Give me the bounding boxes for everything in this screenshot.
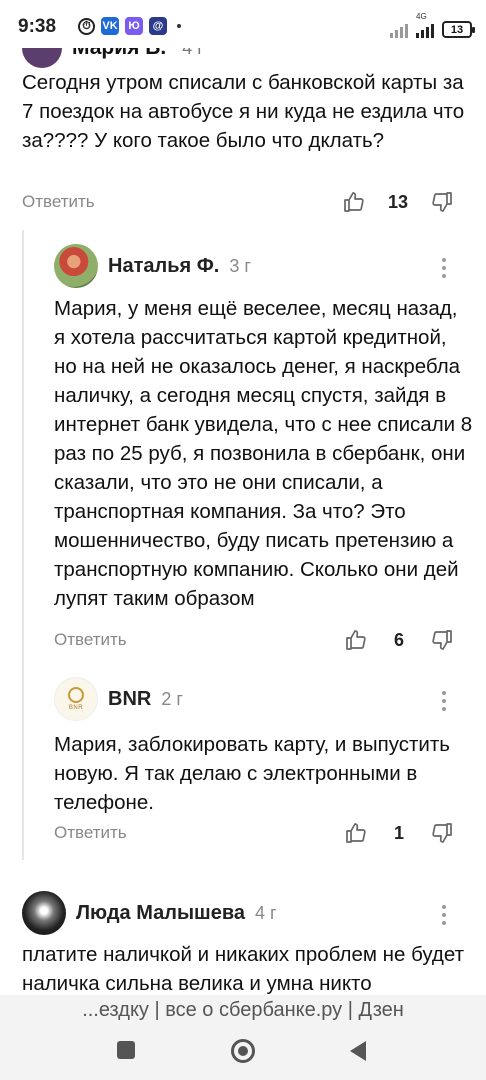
reply-button[interactable]: Ответить (54, 630, 127, 650)
mail-icon: @ (149, 17, 167, 35)
kebab-menu-icon[interactable] (441, 691, 447, 711)
network-indicator: 4G (416, 12, 434, 38)
avatar[interactable] (54, 244, 98, 288)
reply-header: BNR BNR 2 г (54, 677, 183, 721)
like-count: 13 (387, 191, 408, 212)
more-notifications-icon (177, 24, 181, 28)
clock: 9:38 (18, 16, 57, 37)
network-label: 4G (416, 12, 427, 21)
kebab-menu-icon[interactable] (441, 258, 447, 278)
vk-icon: VK (101, 17, 119, 35)
thumb-up-icon[interactable] (342, 190, 366, 214)
status-bar: 9:38 ⏱ VK Ю @ 4G 13 (0, 0, 486, 48)
comment-actions: Ответить 13 (22, 187, 454, 217)
system-nav-bar (0, 1025, 486, 1080)
author-name[interactable]: BNR (108, 688, 151, 711)
reply-header: Наталья Ф. 3 г (54, 244, 251, 288)
yoomoney-icon: Ю (125, 17, 143, 35)
like-count: 6 (393, 629, 404, 650)
reply-button[interactable]: Ответить (22, 192, 95, 212)
comments-feed: Мария Б. 4 г 9:38 ⏱ VK Ю @ 4G 13 (0, 0, 486, 995)
avatar[interactable] (22, 891, 66, 935)
comment-age: 3 г (229, 255, 251, 276)
comment-header: Люда Малышева 4 г (22, 891, 277, 935)
author-name[interactable]: Люда Малышева (76, 902, 245, 925)
like-count: 1 (393, 822, 404, 843)
kebab-menu-icon[interactable] (441, 905, 447, 925)
avatar[interactable]: BNR (54, 677, 98, 721)
signal-icon (390, 22, 408, 38)
comment-text: Мария, заблокировать карту, и выпустить … (54, 733, 450, 814)
battery-icon: 13 (442, 21, 475, 38)
comment-actions: Ответить 1 (54, 818, 454, 848)
avatar-logo-text: BNR (68, 705, 84, 711)
thumb-down-icon[interactable] (430, 821, 454, 845)
signal-icon (416, 22, 434, 38)
reply-button[interactable]: Ответить (54, 823, 127, 843)
comment-age: 2 г (161, 688, 183, 709)
thumb-up-icon[interactable] (344, 821, 368, 845)
comment-age: 4 г (254, 902, 277, 923)
alarm-icon: ⏱ (78, 17, 95, 35)
thread-line (22, 230, 24, 860)
battery-level: 13 (450, 23, 464, 36)
thumb-down-icon[interactable] (430, 190, 454, 214)
comment-actions: Ответить 6 (54, 625, 454, 655)
comment-text: Мария, у меня ещё веселее, месяц назад, … (54, 297, 473, 610)
browser-url-bar[interactable]: ...ездку | все о сбербанке.ру | Дзен (0, 995, 486, 1025)
comment-text: Сегодня утром списали с банковской карты… (22, 71, 465, 152)
back-button[interactable] (350, 1041, 366, 1061)
comment-text: платите наличкой и никаких проблем не бу… (22, 943, 465, 995)
crest-logo-icon (68, 687, 84, 703)
page-title-url[interactable]: ...ездку | все о сбербанке.ру | Дзен (82, 999, 404, 1022)
home-button[interactable] (231, 1039, 255, 1063)
thumb-down-icon[interactable] (430, 628, 454, 652)
author-name[interactable]: Наталья Ф. (108, 255, 219, 278)
thumb-up-icon[interactable] (344, 628, 368, 652)
recent-apps-button[interactable] (117, 1041, 135, 1059)
